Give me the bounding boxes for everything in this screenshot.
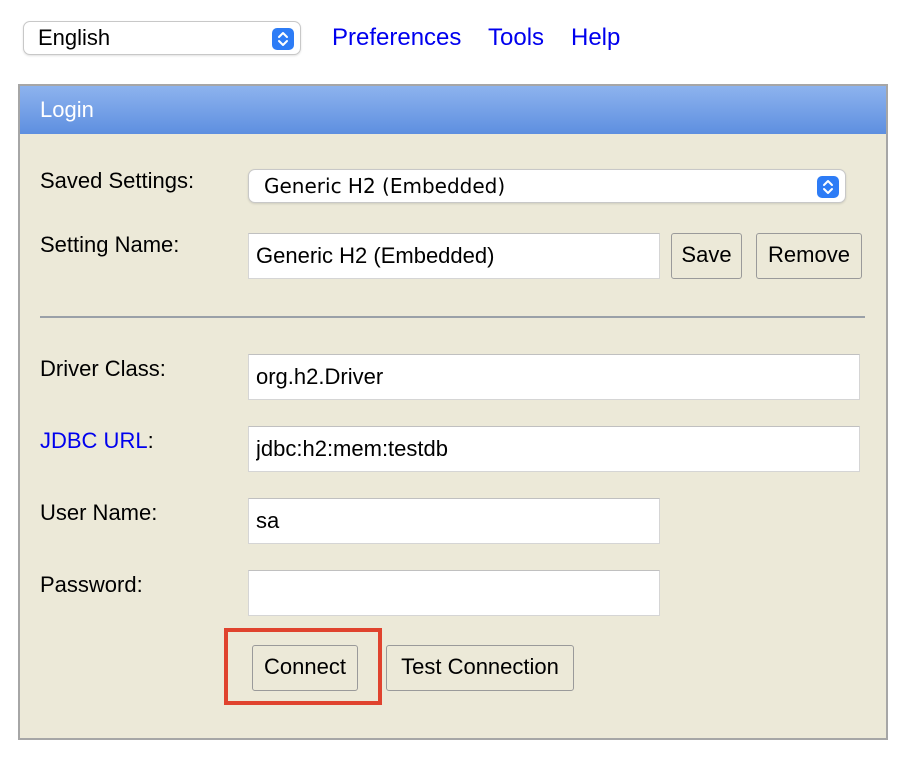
saved-settings-select[interactable]: Generic H2 (Embedded) [248, 169, 846, 203]
chevron-up-down-icon [272, 28, 294, 50]
preferences-link[interactable]: Preferences [332, 22, 461, 54]
setting-name-label: Setting Name: [40, 232, 180, 257]
jdbc-url-label: JDBC URL: [40, 427, 154, 455]
remove-button[interactable]: Remove [756, 233, 862, 279]
chevron-up-down-icon [817, 176, 839, 198]
jdbc-url-link[interactable]: JDBC URL [40, 428, 148, 453]
user-name-input[interactable] [248, 498, 660, 544]
tools-link[interactable]: Tools [488, 22, 544, 54]
driver-class-input[interactable] [248, 354, 860, 400]
language-select[interactable]: English [23, 21, 301, 55]
password-label: Password: [40, 572, 143, 597]
driver-class-label: Driver Class: [40, 356, 166, 381]
language-select-value: English [38, 25, 111, 50]
connect-highlight-box [224, 628, 382, 705]
password-input[interactable] [248, 570, 660, 616]
login-panel-title: Login [20, 86, 886, 134]
saved-settings-value: Generic H2 (Embedded) [264, 174, 506, 198]
jdbc-url-input[interactable] [248, 426, 860, 472]
saved-settings-label: Saved Settings: [40, 168, 195, 193]
help-link[interactable]: Help [571, 22, 620, 54]
test-connection-button[interactable]: Test Connection [386, 645, 574, 691]
setting-name-input[interactable] [248, 233, 660, 279]
save-button[interactable]: Save [671, 233, 742, 279]
user-name-label: User Name: [40, 500, 158, 525]
jdbc-url-colon: : [147, 428, 154, 453]
divider [40, 316, 865, 318]
